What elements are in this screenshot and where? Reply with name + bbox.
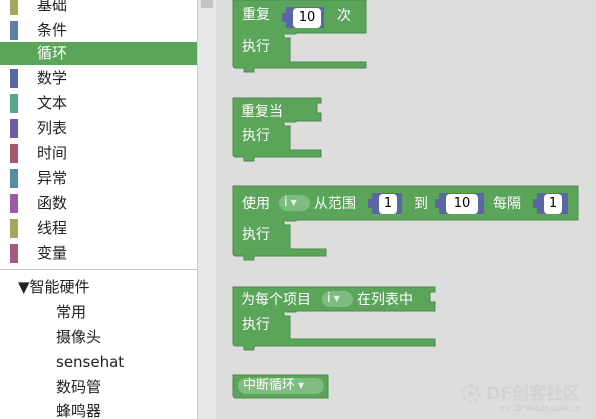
category-color-swatch (10, 119, 18, 138)
block-shapes (232, 0, 579, 399)
category-exceptions[interactable]: 异常 (0, 166, 197, 191)
category-text[interactable]: 文本 (0, 91, 197, 116)
category-label: 列表 (37, 119, 68, 137)
dropdown-arrow-icon: ▼ (333, 294, 340, 303)
for-from-label: 从范围 (314, 196, 356, 212)
toolbox-divider (0, 269, 197, 270)
category-loops[interactable]: 循环 (0, 42, 197, 65)
for-variable-dropdown[interactable]: i ▼ (279, 195, 310, 211)
category-color-swatch (10, 69, 18, 88)
category-label: 时间 (37, 144, 68, 162)
group-label: 智能硬件 (29, 278, 90, 296)
category-label: 函数 (37, 194, 68, 212)
category-color-swatch (10, 21, 18, 40)
toolbox-scrollbar[interactable] (197, 0, 216, 419)
category-basic[interactable]: 基础 (0, 0, 197, 18)
category-variables[interactable]: 变量 (0, 241, 197, 266)
category-label: 数学 (37, 69, 68, 87)
subcategory-common[interactable]: 常用 (56, 301, 86, 323)
foreach-in-label: 在列表中 (357, 292, 413, 308)
repeat-do-label: 执行 (242, 39, 270, 55)
break-dropdown[interactable]: 中断循环 ▼ (238, 378, 324, 394)
category-label: 条件 (37, 21, 68, 39)
category-functions[interactable]: 函数 (0, 191, 197, 216)
dfrobot-watermark: DF 创客社区 mc.DFRobot.com.cn (460, 374, 580, 414)
for-from-field[interactable]: 1 (379, 194, 397, 214)
category-color-swatch (10, 194, 18, 213)
foreach-do-label: 执行 (242, 317, 270, 333)
while-do-label: 执行 (242, 128, 270, 144)
dropdown-arrow-icon: ▼ (298, 381, 305, 390)
category-lists[interactable]: 列表 (0, 116, 197, 141)
subcategory-camera[interactable]: 摄像头 (56, 326, 101, 348)
category-color-swatch (10, 219, 18, 238)
subcategory-sensehat[interactable]: sensehat (56, 351, 124, 373)
for-do-label: 执行 (242, 227, 270, 243)
dropdown-arrow-icon: ▼ (290, 198, 297, 207)
for-label: 使用 (242, 196, 270, 212)
category-threads[interactable]: 线程 (0, 216, 197, 241)
category-color-swatch (10, 169, 18, 188)
subcategory-buzzer[interactable]: 蜂鸣器 (56, 400, 101, 419)
category-label: 基础 (37, 0, 68, 14)
block-flyout: 重复 10 次 执行 重复当 执行 使用 i ▼ 从范围 1 到 10 每隔 1 … (216, 0, 596, 419)
for-by-label: 每隔 (493, 196, 521, 212)
category-label: 循环 (37, 44, 68, 62)
category-color-swatch (10, 94, 18, 113)
category-math[interactable]: 数学 (0, 66, 197, 91)
for-to-field[interactable]: 10 (446, 194, 478, 214)
watermark-brand-df: DF (486, 384, 512, 404)
expand-arrow-icon: ▼ (18, 278, 30, 296)
while-label: 重复当 (241, 104, 283, 120)
toolbox-sidebar: 基础 条件 循环 数学 文本 列表 时间 异常 函数 线程 变量 ▼智能硬件 常… (0, 0, 197, 419)
dfrobot-logo-icon (461, 384, 482, 404)
variable-name: i (284, 195, 288, 210)
category-label: 线程 (37, 219, 68, 237)
foreach-variable-dropdown[interactable]: i ▼ (322, 291, 353, 307)
category-label: 文本 (37, 94, 68, 112)
watermark-url: mc.DFRobot.com.cn (499, 404, 580, 413)
repeat-times-label: 次 (337, 8, 351, 24)
category-label: 变量 (37, 244, 68, 262)
category-label: 异常 (37, 169, 68, 187)
watermark-brand-cn: 创客社区 (512, 384, 580, 404)
repeat-count-field[interactable]: 10 (293, 8, 321, 28)
category-group-smart-hardware[interactable]: ▼智能硬件 (18, 276, 90, 298)
toolbox-scrollbar-thumb[interactable] (201, 0, 213, 8)
category-color-swatch (10, 144, 18, 163)
variable-name: i (327, 291, 331, 306)
for-by-field[interactable]: 1 (544, 194, 562, 214)
repeat-label: 重复 (242, 7, 270, 23)
foreach-label: 为每个项目 (241, 292, 311, 308)
subcategory-digital-tube[interactable]: 数码管 (56, 376, 101, 398)
category-logic[interactable]: 条件 (0, 18, 197, 43)
category-time[interactable]: 时间 (0, 141, 197, 166)
break-label: 中断循环 (243, 378, 296, 393)
category-color-swatch (10, 244, 18, 263)
for-to-label: 到 (414, 196, 428, 212)
category-color-swatch (10, 0, 18, 15)
